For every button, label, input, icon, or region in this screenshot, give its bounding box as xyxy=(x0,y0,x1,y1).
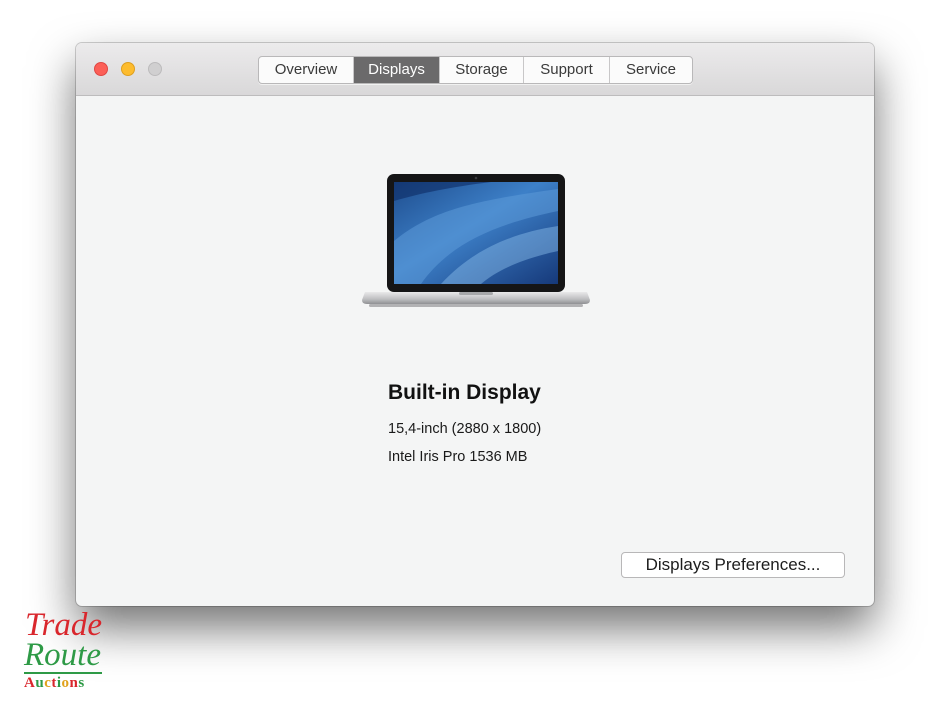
close-window-button[interactable] xyxy=(94,62,108,76)
zoom-window-button[interactable] xyxy=(148,62,162,76)
laptop-icon xyxy=(362,174,590,307)
tab-bar: Overview Displays Storage Support Servic… xyxy=(258,56,693,84)
title-bar: Overview Displays Storage Support Servic… xyxy=(76,43,874,96)
trade-route-auctions-logo: Trade Route Auctions xyxy=(22,608,104,692)
minimize-window-button[interactable] xyxy=(121,62,135,76)
desktop-background: Overview Displays Storage Support Servic… xyxy=(0,0,950,716)
tab-displays[interactable]: Displays xyxy=(354,57,440,83)
tab-service[interactable]: Service xyxy=(610,57,692,83)
displays-preferences-button[interactable]: Displays Preferences... xyxy=(621,552,845,578)
logo-text-route: Route xyxy=(24,637,101,673)
tab-support[interactable]: Support xyxy=(524,57,610,83)
tab-storage[interactable]: Storage xyxy=(440,57,524,83)
about-this-mac-window: Overview Displays Storage Support Servic… xyxy=(76,43,874,606)
tab-overview[interactable]: Overview xyxy=(259,57,354,83)
display-size-resolution: 15,4-inch (2880 x 1800) xyxy=(388,421,542,437)
display-graphics: Intel Iris Pro 1536 MB xyxy=(388,449,528,465)
logo-text-auctions: Auctions xyxy=(24,675,85,691)
display-name: Built-in Display xyxy=(388,381,541,404)
